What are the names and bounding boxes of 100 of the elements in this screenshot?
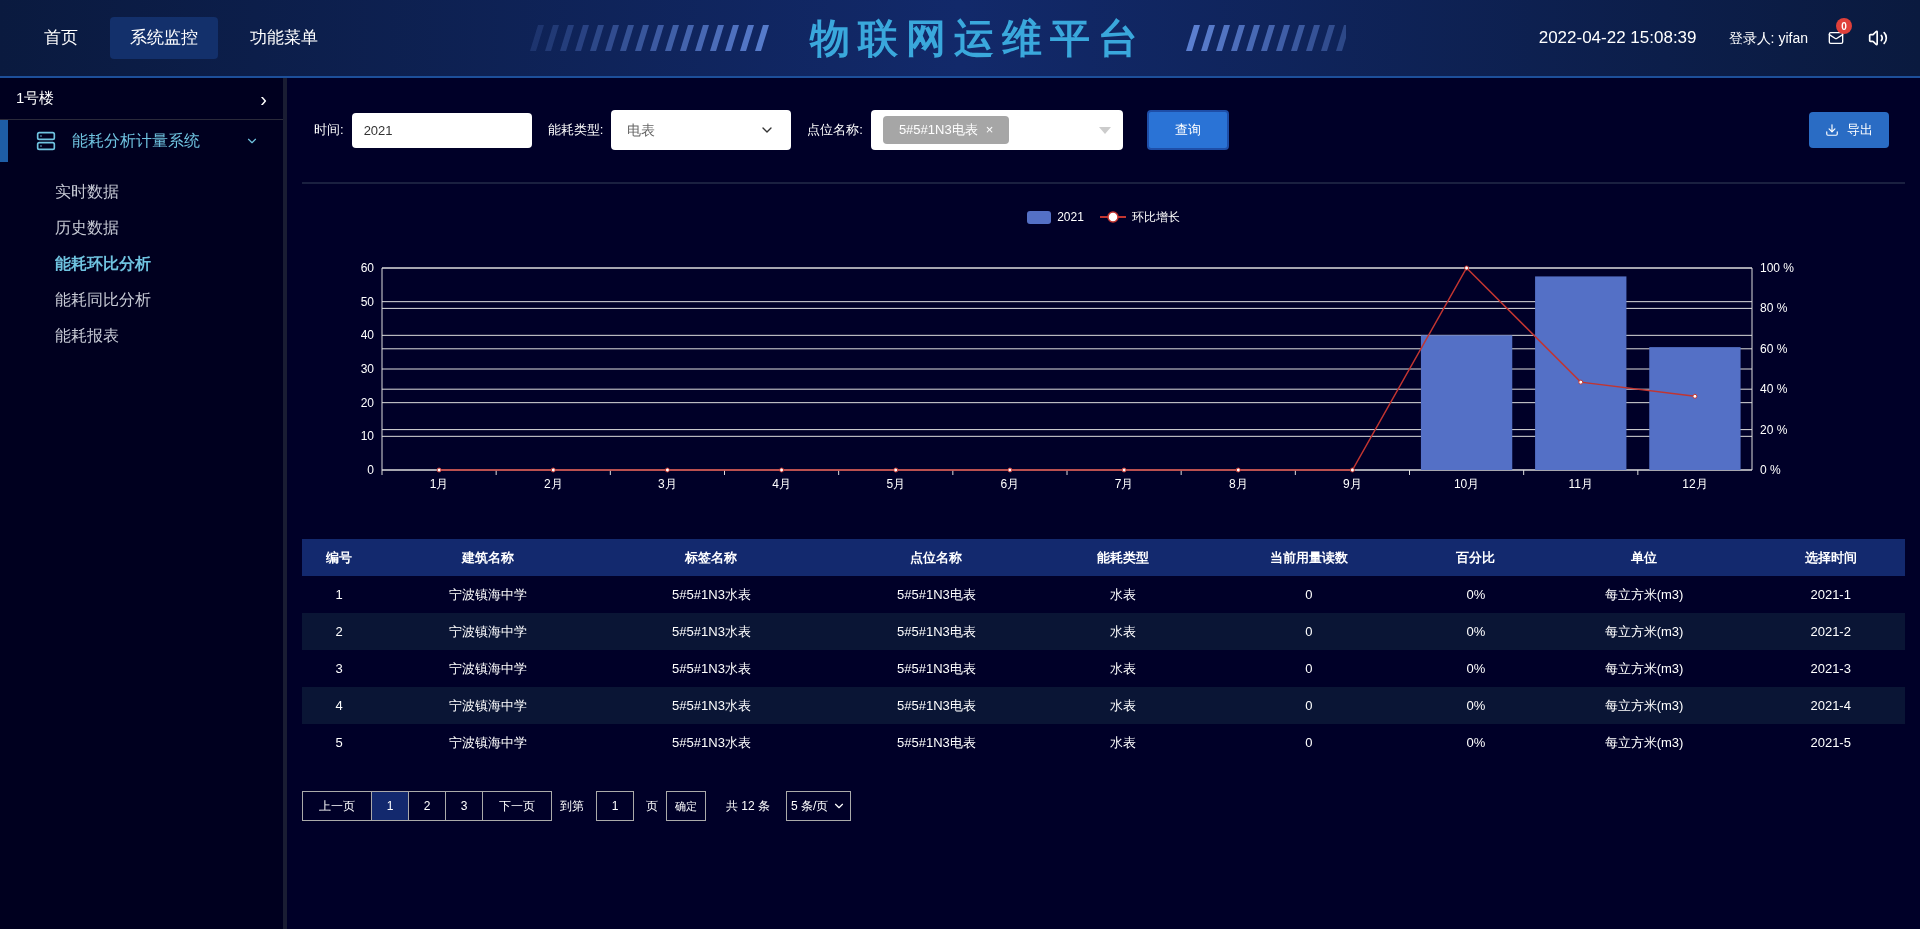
user-name: yifan xyxy=(1778,28,1808,48)
year-field[interactable]: 2021 xyxy=(351,112,532,148)
table-cell: 0 xyxy=(1197,650,1421,687)
axis-tick-label: 30 xyxy=(360,362,374,376)
axis-tick-label: 20 xyxy=(360,395,374,410)
axis-tick-label: 8月 xyxy=(1228,477,1248,491)
table-cell: 5#5#1N3水表 xyxy=(599,724,824,761)
page-button[interactable]: 2 xyxy=(409,791,446,821)
export-button[interactable]: 导出 xyxy=(1809,112,1889,148)
column-header: 标签名称 xyxy=(599,539,824,576)
building-item[interactable]: 1号楼 › xyxy=(0,78,283,120)
legend-label: 环比增长 xyxy=(1131,209,1180,226)
legend-label: 2021 xyxy=(1057,209,1084,226)
table-cell: 2021-5 xyxy=(1756,724,1905,761)
table-cell: 0 xyxy=(1197,576,1421,613)
axis-tick-label: 1月 xyxy=(429,477,449,491)
table-cell: 宁波镇海中学 xyxy=(376,576,599,613)
axis-tick-label: 5月 xyxy=(886,477,906,491)
column-header: 能耗类型 xyxy=(1048,539,1198,576)
table-cell: 5#5#1N3电表 xyxy=(824,687,1049,724)
page-size-select[interactable]: 5 条/页 xyxy=(786,791,852,821)
axis-tick-label: 11月 xyxy=(1568,477,1593,491)
axis-tick-label: 10月 xyxy=(1453,477,1480,491)
axis-tick-label: 2月 xyxy=(543,477,563,491)
axis-tick-label: 12月 xyxy=(1682,477,1708,491)
table-cell: 2 xyxy=(302,613,377,650)
table-cell: 水表 xyxy=(1048,724,1198,761)
table-cell: 宁波镇海中学 xyxy=(376,650,599,687)
goto-label: 到第 xyxy=(560,798,584,815)
table-cell: 每立方米(m3) xyxy=(1531,613,1757,650)
column-header: 建筑名称 xyxy=(376,539,599,576)
total-count: 共 12 条 xyxy=(726,798,770,815)
axis-tick-label: 80 % xyxy=(1760,301,1788,316)
axis-tick-label: 40 % xyxy=(1760,382,1788,397)
sidebar-item[interactable]: 实时数据 xyxy=(0,174,283,210)
table-cell: 0 xyxy=(1197,687,1421,724)
table-cell: 5#5#1N3水表 xyxy=(599,576,824,613)
page-button[interactable]: 3 xyxy=(446,791,483,821)
axis-tick-label: 10 xyxy=(360,429,374,444)
datetime: 2022-04-22 15:08:39 xyxy=(1538,27,1697,50)
type-label: 能耗类型: xyxy=(547,121,604,140)
nav-tab[interactable]: 系统监控 xyxy=(110,17,218,59)
building-label: 1号楼 xyxy=(16,88,55,109)
page-field[interactable]: 1 xyxy=(596,791,634,821)
table-cell: 水表 xyxy=(1048,687,1198,724)
axis-tick-label: 4月 xyxy=(772,477,791,491)
table-cell: 5#5#1N3电表 xyxy=(824,724,1049,761)
mail-icon[interactable] xyxy=(1828,30,1844,46)
query-button[interactable]: 查询 xyxy=(1146,110,1229,150)
table-cell: 水表 xyxy=(1048,650,1198,687)
chevron-label: › xyxy=(260,86,267,112)
table-cell: 2021-1 xyxy=(1756,576,1905,613)
table-cell: 5#5#1N3电表 xyxy=(824,650,1049,687)
table-cell: 2021-2 xyxy=(1756,613,1905,650)
axis-tick-label: 60 xyxy=(360,261,374,275)
table-cell: 0 xyxy=(1197,724,1421,761)
sidebar-item[interactable]: 能耗环比分析 xyxy=(0,246,283,282)
axis-tick-label: 50 xyxy=(360,294,374,309)
sidebar-item[interactable]: 历史数据 xyxy=(0,210,283,246)
nav-tab[interactable]: 首页 xyxy=(24,17,98,59)
table-cell: 每立方米(m3) xyxy=(1531,576,1757,613)
confirm-button[interactable]: 确定 xyxy=(666,791,706,821)
legend-line-icon xyxy=(1099,211,1126,223)
table-cell: 4 xyxy=(302,687,377,724)
point-tag-label: 5#5#1N3电表 xyxy=(898,121,978,140)
sidebar-item[interactable]: 能耗报表 xyxy=(0,318,283,354)
table-cell: 0% xyxy=(1420,687,1532,724)
table-cell: 每立方米(m3) xyxy=(1531,650,1757,687)
table-cell: 2021-4 xyxy=(1756,687,1905,724)
table-cell: 5#5#1N3电表 xyxy=(824,576,1049,613)
table-cell: 5#5#1N3水表 xyxy=(599,650,824,687)
axis-tick-label: 60 % xyxy=(1760,341,1788,356)
sidebar-item[interactable]: 能耗同比分析 xyxy=(0,282,283,318)
time-label: 时间: xyxy=(314,121,344,140)
column-header: 百分比 xyxy=(1420,539,1532,576)
notification-badge: 0 xyxy=(1836,18,1852,34)
table-cell: 5#5#1N3水表 xyxy=(599,613,824,650)
page-button[interactable]: 1 xyxy=(372,791,409,821)
type-select[interactable]: 电表 xyxy=(611,110,792,150)
table-cell: 0% xyxy=(1420,576,1532,613)
table-cell: 5#5#1N3电表 xyxy=(824,613,1049,650)
table-cell: 3 xyxy=(302,650,377,687)
table-cell: 宁波镇海中学 xyxy=(376,613,599,650)
table-cell: 宁波镇海中学 xyxy=(376,687,599,724)
legend-bar-icon xyxy=(1027,210,1052,224)
page-unit: 页 xyxy=(646,798,658,815)
table-cell: 0% xyxy=(1420,724,1532,761)
nav-tab[interactable]: 功能菜单 xyxy=(230,17,338,59)
user-label: 登录人: xyxy=(1728,28,1775,48)
system-item[interactable]: 能耗分析计量系统 xyxy=(0,120,283,162)
speaker-icon[interactable] xyxy=(1868,28,1888,48)
table-cell: 0% xyxy=(1420,613,1532,650)
column-header: 选择时间 xyxy=(1756,539,1905,576)
prev-page-button[interactable]: 上一页 xyxy=(302,791,372,821)
point-label: 点位名称: xyxy=(807,121,863,140)
axis-tick-label: 0 % xyxy=(1760,463,1781,477)
axis-tick-label: 40 xyxy=(360,328,374,343)
table-cell: 0% xyxy=(1420,650,1532,687)
column-header: 当前用量读数 xyxy=(1197,539,1421,576)
next-page-button[interactable]: 下一页 xyxy=(483,791,552,821)
